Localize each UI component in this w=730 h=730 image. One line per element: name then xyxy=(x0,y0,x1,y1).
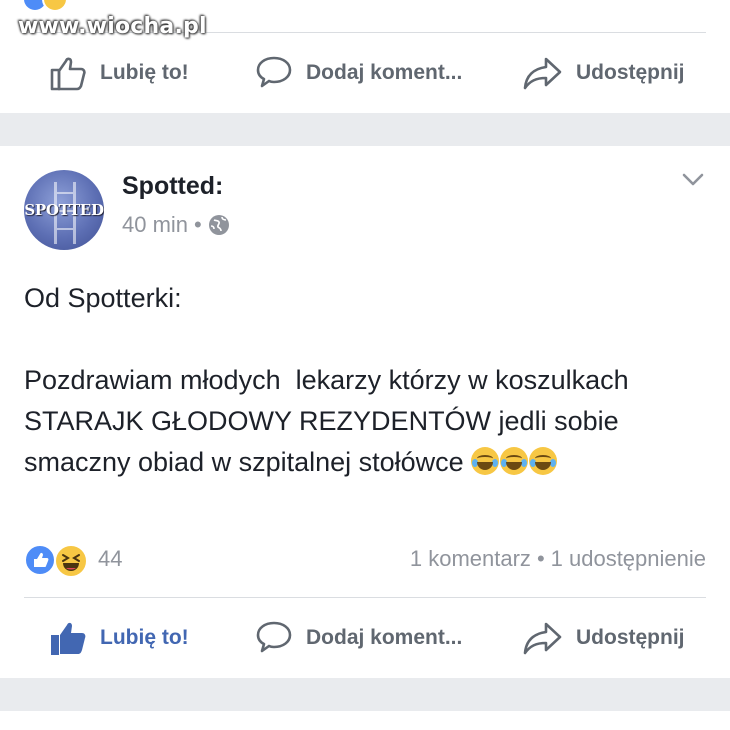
reaction-count: 44 xyxy=(98,546,123,571)
thumbs-up-filled-icon xyxy=(51,622,86,655)
shares-count[interactable]: 1 udostępnienie xyxy=(551,546,706,571)
post-timestamp[interactable]: 40 min xyxy=(122,212,188,238)
post-meta: 40 min • xyxy=(122,212,230,238)
post-header: SPOTTED Spotted: 40 min • xyxy=(24,170,714,254)
tears-of-joy-emoji-icon xyxy=(529,447,558,475)
engagement-counts: 1 komentarz • 1 udostępnienie xyxy=(410,546,706,572)
post-text-line: Od Spotterki: xyxy=(24,283,182,313)
page-avatar[interactable]: SPOTTED xyxy=(24,170,104,250)
like-reaction-icon xyxy=(24,544,56,576)
share-button[interactable]: Udostępnij xyxy=(522,616,685,660)
post-text-paragraph: Pozdrawiam młodych lekarzy którzy w kosz… xyxy=(24,365,637,477)
counts-separator: • xyxy=(536,546,545,571)
thumbs-up-outline-icon xyxy=(50,57,86,91)
comment-label: Dodaj koment... xyxy=(306,61,463,84)
like-button[interactable]: Lubię to! xyxy=(48,51,189,95)
comment-button[interactable]: Dodaj koment... xyxy=(254,51,462,95)
feed-separator xyxy=(0,113,730,146)
feed-separator xyxy=(0,678,730,711)
haha-icon xyxy=(42,0,68,12)
like-label: Lubię to! xyxy=(100,61,189,84)
reactions-summary[interactable]: 44 1 komentarz • 1 udostępnienie xyxy=(24,542,706,578)
haha-reaction-icon xyxy=(54,544,88,578)
tears-of-joy-emoji-icon xyxy=(500,447,529,475)
tears-of-joy-emoji-icon xyxy=(471,447,500,475)
meta-separator: • xyxy=(194,212,202,237)
share-label: Udostępnij xyxy=(576,61,685,84)
post-options-chevron-icon[interactable] xyxy=(680,170,706,195)
share-arrow-icon xyxy=(523,57,562,90)
comments-count[interactable]: 1 komentarz xyxy=(410,546,531,571)
comment-bubble-icon xyxy=(256,621,292,653)
share-button[interactable]: Udostępnij xyxy=(522,51,685,95)
comment-button[interactable]: Dodaj koment... xyxy=(254,616,462,660)
post-text: Od Spotterki: Pozdrawiam młodych lekarzy… xyxy=(24,278,714,483)
share-label: Udostępnij xyxy=(576,626,685,649)
comment-label: Dodaj koment... xyxy=(306,626,463,649)
comment-bubble-icon xyxy=(256,56,292,88)
share-arrow-icon xyxy=(523,622,562,655)
avatar-text: SPOTTED xyxy=(24,201,104,219)
previous-post-reactions xyxy=(22,0,68,12)
globe-icon xyxy=(208,215,229,235)
post-action-bar: Lubię to! Dodaj koment... Udostępnij xyxy=(0,598,730,678)
reaction-icons xyxy=(24,544,92,578)
page-name[interactable]: Spotted: xyxy=(122,172,223,201)
like-button[interactable]: Lubię to! xyxy=(48,616,189,660)
watermark: www.wiocha.pl xyxy=(18,14,207,39)
like-label: Lubię to! xyxy=(100,626,189,649)
previous-post-action-bar: Lubię to! Dodaj koment... Udostępnij xyxy=(0,33,730,113)
